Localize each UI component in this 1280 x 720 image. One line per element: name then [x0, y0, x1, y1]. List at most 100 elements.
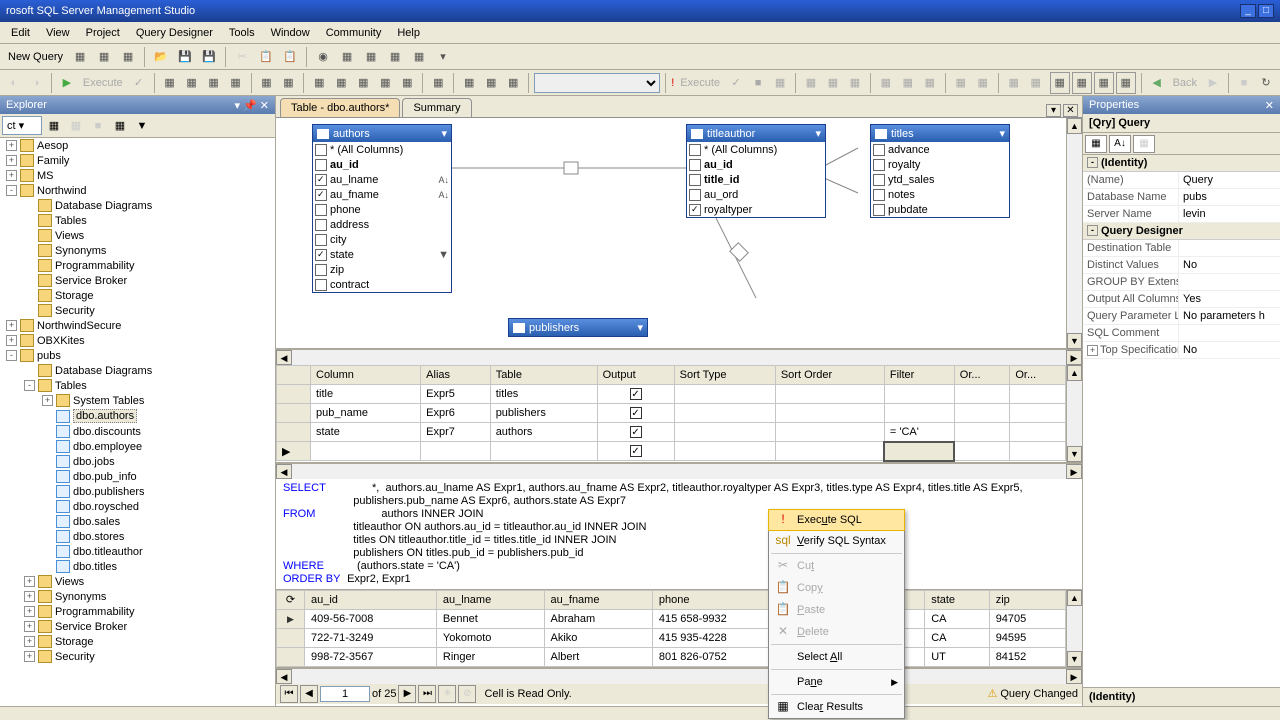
paste-icon[interactable]: 📋: [279, 46, 301, 68]
pager-last-icon[interactable]: ⏭: [418, 685, 436, 703]
props-category[interactable]: -(Identity): [1083, 155, 1280, 172]
props-close-icon[interactable]: ✕: [1265, 99, 1274, 112]
props-row[interactable]: SQL Comment: [1083, 325, 1280, 342]
checkbox[interactable]: [689, 204, 701, 216]
column-item[interactable]: royaltyper: [687, 202, 825, 217]
tab-close-icon[interactable]: ✕: [1063, 104, 1078, 117]
props-row[interactable]: Query Parameter LiNo parameters h: [1083, 308, 1280, 325]
output-checkbox[interactable]: [630, 426, 642, 438]
props-categorized-icon[interactable]: ▦: [1085, 135, 1107, 153]
add-group-icon[interactable]: ▦: [278, 72, 298, 94]
diagram-table-titleauthor[interactable]: titleauthor▾ * (All Columns)au_idtitle_i…: [686, 124, 826, 218]
maximize-button[interactable]: □: [1258, 4, 1274, 18]
props-row[interactable]: (Name)Query: [1083, 172, 1280, 189]
tree-item[interactable]: +Storage: [24, 634, 275, 649]
parse2-icon[interactable]: ▦: [770, 72, 790, 94]
props-row[interactable]: +Top SpecificationNo: [1083, 342, 1280, 359]
tree-item[interactable]: Storage: [24, 288, 275, 303]
tree-item[interactable]: +Family: [6, 153, 275, 168]
connect-dropdown[interactable]: ct ▾: [2, 116, 42, 135]
add-table-icon[interactable]: ▦: [256, 72, 276, 94]
pane4-icon[interactable]: ▦: [1116, 72, 1136, 94]
ctx-verify-sql[interactable]: sqlVerify SQL Syntax: [769, 530, 904, 552]
criteria-hscroll[interactable]: ◀▶: [276, 463, 1082, 479]
diagram-pane-icon[interactable]: ▦: [160, 72, 180, 94]
open-icon[interactable]: 📂: [150, 46, 172, 68]
column-item[interactable]: au_ord: [687, 187, 825, 202]
table-menu-icon[interactable]: ▾: [637, 321, 643, 334]
tree-item[interactable]: dbo.jobs: [42, 454, 275, 469]
results-file-icon[interactable]: ▦: [920, 72, 940, 94]
column-item[interactable]: advance: [871, 142, 1009, 157]
results-row[interactable]: 722-71-3249YokomotoAkiko415 935-42283 Si…: [277, 628, 1066, 647]
tree-item[interactable]: Database Diagrams: [24, 363, 275, 378]
database-combo[interactable]: [534, 73, 660, 93]
report-query-icon[interactable]: ▦: [117, 46, 139, 68]
menu-community[interactable]: Community: [319, 25, 389, 41]
indent-icon[interactable]: ▦: [1004, 72, 1024, 94]
column-item[interactable]: * (All Columns): [313, 142, 451, 157]
ctx-execute-sql[interactable]: !Execute SQL: [768, 509, 905, 531]
disconnect-icon[interactable]: ▦: [66, 116, 86, 136]
tree-item[interactable]: -pubs: [6, 348, 275, 363]
column-item[interactable]: address: [313, 217, 451, 232]
connect-icon[interactable]: ▦: [44, 116, 64, 136]
verify-icon[interactable]: ▦: [428, 72, 448, 94]
registered-icon[interactable]: ▦: [336, 46, 358, 68]
table-menu-icon[interactable]: ▾: [999, 127, 1005, 140]
tree-item[interactable]: -Northwind: [6, 183, 275, 198]
table-menu-icon[interactable]: ▾: [815, 127, 821, 140]
back-button[interactable]: Back: [1169, 77, 1201, 89]
stats-icon[interactable]: ▦: [823, 72, 843, 94]
results-row[interactable]: 998-72-3567RingerAlbert801 826-075267 Se…: [277, 647, 1066, 666]
props-row[interactable]: Output All ColumnsYes: [1083, 291, 1280, 308]
column-item[interactable]: pubdate: [871, 202, 1009, 217]
props-alpha-icon[interactable]: A↓: [1109, 135, 1131, 153]
props-category[interactable]: -Query Designer: [1083, 223, 1280, 240]
tree-item[interactable]: +Synonyms: [24, 589, 275, 604]
output-checkbox[interactable]: [630, 407, 642, 419]
criteria-header[interactable]: Filter: [884, 366, 954, 385]
query-play-icon[interactable]: ▶: [57, 72, 77, 94]
delete-type-icon[interactable]: ▦: [375, 72, 395, 94]
checkbox[interactable]: [315, 264, 327, 276]
checkbox[interactable]: [315, 249, 327, 261]
refresh-icon[interactable]: ↻: [1256, 72, 1276, 94]
uncomment-icon[interactable]: ▦: [973, 72, 993, 94]
column-item[interactable]: state▼: [313, 247, 451, 262]
checkbox[interactable]: [689, 174, 701, 186]
results-corner[interactable]: ⟳: [277, 590, 305, 609]
diagram-table-publishers[interactable]: publishers▾: [508, 318, 648, 337]
tree-item[interactable]: +Programmability: [24, 604, 275, 619]
explorer-dropdown-icon[interactable]: ▾: [235, 99, 241, 112]
diagram-table-authors[interactable]: authors▾ * (All Columns)au_idau_lnameA↓a…: [312, 124, 452, 293]
pane2-icon[interactable]: ▦: [1072, 72, 1092, 94]
explorer-close-icon[interactable]: ✕: [260, 99, 269, 112]
results-vscroll[interactable]: ▲▼: [1066, 590, 1082, 667]
menu-edit[interactable]: Edit: [4, 25, 37, 41]
column-item[interactable]: au_fnameA↓: [313, 187, 451, 202]
object-explorer-icon[interactable]: ▦: [360, 46, 382, 68]
results-hscroll[interactable]: ◀▶: [276, 668, 1082, 684]
criteria-header[interactable]: Column: [311, 366, 421, 385]
checkbox[interactable]: [315, 219, 327, 231]
menu-help[interactable]: Help: [390, 25, 427, 41]
criteria-row[interactable]: pub_nameExpr6publishers: [277, 404, 1066, 423]
checkbox[interactable]: [315, 189, 327, 201]
tab-summary[interactable]: Summary: [402, 98, 471, 117]
checkbox[interactable]: [315, 234, 327, 246]
results-text-icon[interactable]: ▦: [876, 72, 896, 94]
column-item[interactable]: au_lnameA↓: [313, 172, 451, 187]
properties-icon[interactable]: ▦: [408, 46, 430, 68]
tree-item[interactable]: +NorthwindSecure: [6, 318, 275, 333]
tree[interactable]: +Aesop+Family+MS-Northwind Database Diag…: [0, 138, 275, 706]
comment-icon[interactable]: ▦: [951, 72, 971, 94]
props-row[interactable]: Database Namepubs: [1083, 189, 1280, 206]
menu-window[interactable]: Window: [264, 25, 317, 41]
criteria-vscroll[interactable]: ▲▼: [1066, 365, 1082, 462]
props-grid[interactable]: -(Identity)(Name)QueryDatabase Namepubs S…: [1083, 155, 1280, 687]
sql-pane-icon[interactable]: ▦: [204, 72, 224, 94]
checkbox[interactable]: [873, 174, 885, 186]
outdent-icon[interactable]: ▦: [1026, 72, 1046, 94]
props-pages-icon[interactable]: ▦: [1133, 135, 1155, 153]
